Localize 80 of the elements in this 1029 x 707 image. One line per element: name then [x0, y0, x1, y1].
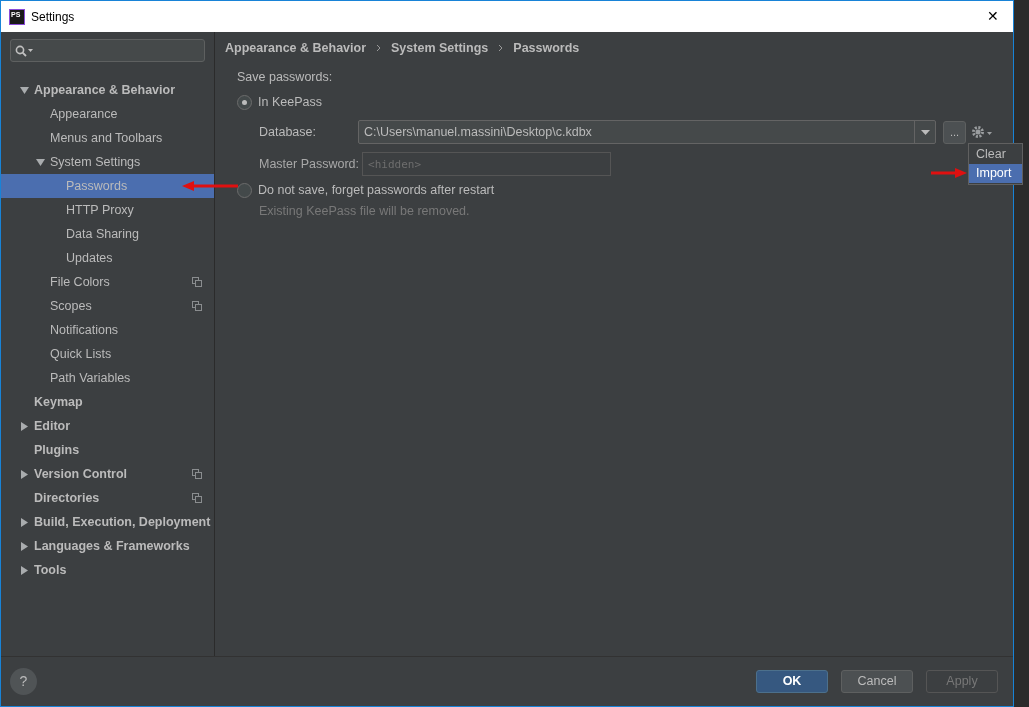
tree-row[interactable]: Version Control [1, 462, 214, 486]
expanded-caret-icon[interactable] [36, 157, 45, 167]
expanded-caret-icon[interactable] [20, 85, 29, 95]
tree-item-label: File Colors [50, 273, 110, 291]
tree-row[interactable]: Appearance [1, 102, 214, 126]
tree-item-label: Updates [66, 249, 113, 267]
close-button[interactable]: ✕ [973, 2, 1013, 31]
arrow-annotation [182, 181, 238, 191]
tree-item-label: Appearance [50, 105, 118, 123]
menu-item[interactable]: Import [969, 164, 1022, 183]
help-button[interactable]: ? [10, 668, 37, 695]
tree-row[interactable]: Updates [1, 246, 214, 270]
tree-row[interactable]: Directories [1, 486, 214, 510]
copy-icon [192, 469, 202, 479]
field-label: Master Password: [259, 155, 361, 173]
tree-item-label: System Settings [50, 153, 141, 171]
tree-row[interactable]: Notifications [1, 318, 214, 342]
tree-row[interactable]: Scopes [1, 294, 214, 318]
section-heading: Save passwords: [237, 69, 334, 86]
tree-row[interactable]: Editor [1, 414, 214, 438]
tree-row[interactable]: Languages & Frameworks [1, 534, 214, 558]
tree-item-label: Appearance & Behavior [34, 81, 176, 99]
menu-item[interactable]: Clear [969, 145, 1022, 164]
breadcrumb: Appearance & Behavior [225, 39, 367, 57]
radio-label: In KeePass [258, 93, 322, 111]
arrow-annotation [931, 168, 967, 178]
tree-item-label: HTTP Proxy [66, 201, 134, 219]
tree-row[interactable]: Menus and Toolbars [1, 126, 214, 150]
collapsed-caret-icon[interactable] [20, 517, 29, 527]
tree-item-label: Tools [34, 561, 67, 579]
collapsed-caret-icon[interactable] [20, 469, 29, 479]
database-dropdown[interactable]: C:\Users\manuel.massini\Desktop\c.kdbx [358, 120, 936, 144]
collapsed-caret-icon[interactable] [20, 421, 29, 431]
chevron-icon [376, 44, 382, 52]
radio-label: Do not save, forget passwords after restart [258, 181, 495, 199]
tree-row[interactable]: Path Variables [1, 366, 214, 390]
window-title: Settings [31, 8, 75, 26]
tree-row[interactable]: Data Sharing [1, 222, 214, 246]
tree-row[interactable]: Quick Lists [1, 342, 214, 366]
field-label: Database: [259, 123, 317, 141]
tree-row[interactable]: Plugins [1, 438, 214, 462]
tree-item-label: Keymap [34, 393, 83, 411]
dropdown-caret-icon [920, 129, 930, 135]
copy-icon [192, 301, 202, 311]
collapsed-caret-icon[interactable] [20, 565, 29, 575]
dialog-button[interactable]: Cancel [841, 670, 913, 693]
hint-text: Existing KeePass file will be removed. [259, 203, 471, 220]
tree-item-label: Languages & Frameworks [34, 537, 190, 555]
tree-item-label: Quick Lists [50, 345, 112, 363]
breadcrumb: Passwords [513, 39, 580, 57]
dialog-button[interactable]: OK [756, 670, 828, 693]
tree-item-label: Build, Execution, Deployment [34, 513, 211, 531]
radio-button[interactable] [237, 94, 252, 110]
search-icon [15, 44, 35, 57]
search-field[interactable] [10, 39, 205, 62]
chevron-icon [498, 44, 504, 52]
radio-button[interactable] [237, 182, 252, 198]
tree-row[interactable]: HTTP Proxy [1, 198, 214, 222]
tree-row[interactable]: Tools [1, 558, 214, 582]
tree-item-label: Passwords [66, 177, 128, 195]
tree-row[interactable]: Keymap [1, 390, 214, 414]
tree-row[interactable]: Appearance & Behavior [1, 78, 214, 102]
tree-item-label: Data Sharing [66, 225, 139, 243]
tree-item-label: Editor [34, 417, 71, 435]
tree-item-label: Directories [34, 489, 100, 507]
copy-icon [192, 493, 202, 503]
tree-item-label: Notifications [50, 321, 119, 339]
copy-icon [192, 277, 202, 287]
tree-item-label: Version Control [34, 465, 128, 483]
breadcrumb: System Settings [391, 39, 489, 57]
collapsed-caret-icon[interactable] [20, 541, 29, 551]
tree-row[interactable]: System Settings [1, 150, 214, 174]
tree-item-label: Menus and Toolbars [50, 129, 163, 147]
tree-item-label: Scopes [50, 297, 92, 315]
tree-item-label: Path Variables [50, 369, 131, 387]
tree-row[interactable]: Build, Execution, Deployment [1, 510, 214, 534]
tree-row[interactable]: File Colors [1, 270, 214, 294]
settings-icon[interactable] [971, 125, 993, 139]
browse-button[interactable]: ... [943, 120, 966, 144]
tree-item-label: Plugins [34, 441, 80, 459]
